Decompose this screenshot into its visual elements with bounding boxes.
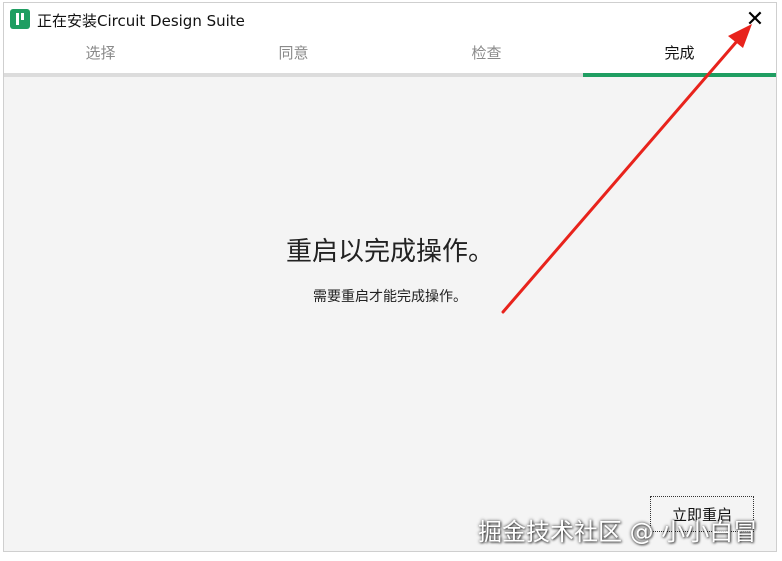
step-label: 同意 — [278, 44, 309, 62]
step-bar-active — [583, 73, 776, 77]
step-select: 选择 — [4, 37, 197, 77]
step-label: 选择 — [85, 44, 116, 62]
installer-window: 正在安装Circuit Design Suite ✕ 选择 同意 检查 完成 重… — [3, 2, 777, 552]
step-agree: 同意 — [197, 37, 390, 77]
window-title: 正在安装Circuit Design Suite — [37, 12, 245, 30]
step-label: 完成 — [664, 44, 695, 62]
watermark-text: 掘金技术社区 @ 小小白冒 — [478, 518, 758, 546]
step-bar — [4, 73, 197, 77]
title-bar: 正在安装Circuit Design Suite ✕ — [4, 3, 776, 37]
step-bar — [390, 73, 583, 77]
restart-message: 需要重启才能完成操作。 — [313, 289, 467, 305]
restart-heading: 重启以完成操作。 — [285, 237, 494, 267]
step-check: 检查 — [390, 37, 583, 77]
step-bar — [197, 73, 390, 77]
close-button[interactable]: ✕ — [740, 6, 770, 34]
step-label: 检查 — [471, 44, 502, 62]
step-finish: 完成 — [583, 37, 776, 77]
app-logo-icon — [10, 9, 30, 29]
step-progress: 选择 同意 检查 完成 — [4, 37, 776, 77]
